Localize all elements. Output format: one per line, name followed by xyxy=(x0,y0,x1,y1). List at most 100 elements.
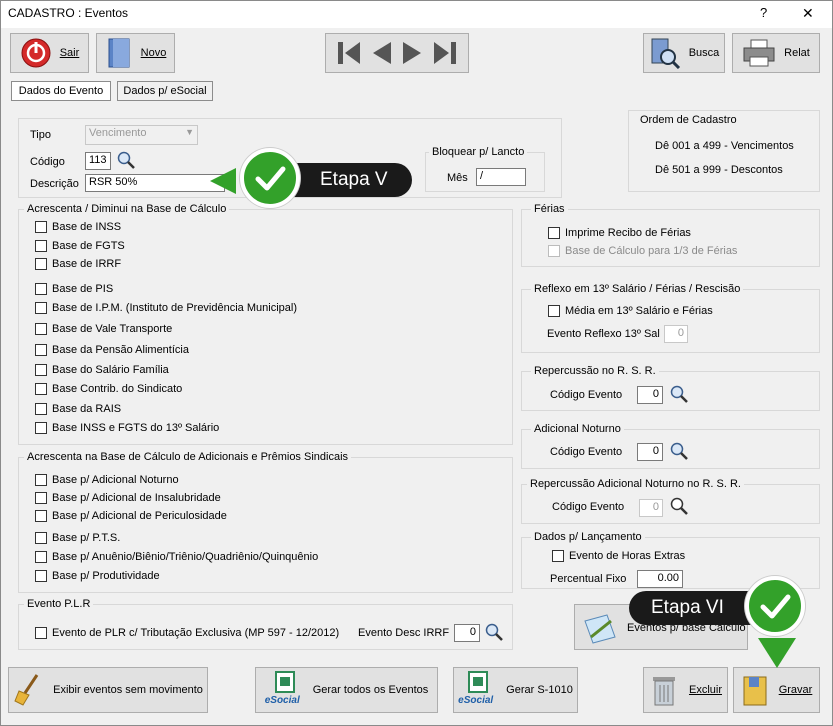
gerar-s1010-button[interactable]: eSocial Gerar S-1010 xyxy=(453,667,578,713)
tipo-label: Tipo xyxy=(30,129,51,141)
search-icon[interactable] xyxy=(116,150,136,170)
adicional-label: Base p/ Adicional de Periculosidade xyxy=(52,510,227,522)
first-record-icon[interactable] xyxy=(336,39,362,67)
search-icon[interactable] xyxy=(669,384,689,404)
tab-dados-esocial[interactable]: Dados p/ eSocial xyxy=(117,81,213,101)
base-calculo-checkbox[interactable] xyxy=(35,283,47,295)
check-badge xyxy=(745,576,805,636)
tipo-select[interactable]: Vencimento ▼ xyxy=(85,125,198,145)
base-calculo-checkbox[interactable] xyxy=(35,422,47,434)
power-icon xyxy=(21,38,51,68)
base-calculo-label: Base da Pensão Alimentícia xyxy=(52,344,189,356)
search-icon[interactable] xyxy=(669,441,689,461)
relat-button[interactable]: Relat xyxy=(732,33,820,73)
lancamento-title: Dados p/ Lançamento xyxy=(531,531,645,543)
base-calculo-checkbox[interactable] xyxy=(35,383,47,395)
codigo-input[interactable]: 113 xyxy=(85,152,111,170)
media-13-label: Média em 13º Salário e Férias xyxy=(565,305,713,317)
save-icon xyxy=(743,676,767,706)
descricao-input[interactable]: RSR 50% xyxy=(85,174,225,192)
arrow-down-icon xyxy=(758,638,796,668)
adicional-checkbox[interactable] xyxy=(35,492,47,504)
evento-reflexo-label: Evento Reflexo 13º Sal xyxy=(547,328,660,340)
base-calculo-label: Base de INSS xyxy=(52,221,122,233)
new-document-icon xyxy=(108,38,130,68)
rsr-codigo-input[interactable]: 0 xyxy=(637,386,663,404)
base-calculo-label: Base de IRRF xyxy=(52,258,122,270)
search-icon[interactable] xyxy=(484,622,504,642)
base-calculo-label: Base de Vale Transporte xyxy=(52,323,173,335)
adicional-checkbox[interactable] xyxy=(35,474,47,486)
evento-reflexo-input[interactable]: 0 xyxy=(664,325,688,343)
noturno-title: Adicional Noturno xyxy=(531,423,624,435)
horas-extras-label: Evento de Horas Extras xyxy=(569,550,686,562)
noturno-codigo-input[interactable]: 0 xyxy=(637,443,663,461)
esocial-icon: eSocial xyxy=(265,671,303,709)
checkmark-icon xyxy=(760,594,791,619)
noturno-codigo-label: Código Evento xyxy=(550,446,623,458)
base-calculo-label: Base do Salário Família xyxy=(52,364,169,376)
tab-dados-evento[interactable]: Dados do Evento xyxy=(11,81,111,101)
search-icon[interactable] xyxy=(669,496,689,516)
rep-noturno-codigo-input[interactable]: 0 xyxy=(639,499,663,517)
horas-extras-checkbox[interactable] xyxy=(552,550,564,562)
base-calculo-label: Base de FGTS xyxy=(52,240,125,252)
imprime-recibo-checkbox[interactable] xyxy=(548,227,560,239)
evento-desc-irrf-label: Evento Desc IRRF xyxy=(358,627,450,639)
adicional-checkbox[interactable] xyxy=(35,510,47,522)
base-calculo-checkbox[interactable] xyxy=(35,403,47,415)
broom-icon xyxy=(14,674,39,706)
excluir-button[interactable]: Excluir xyxy=(643,667,728,713)
last-record-icon[interactable] xyxy=(432,39,458,67)
rsr-codigo-label: Código Evento xyxy=(550,389,623,401)
base-calculo-label: Base de PIS xyxy=(52,283,114,295)
search-binoculars-icon xyxy=(651,38,680,69)
bloquear-title: Bloquear p/ Lancto xyxy=(429,146,528,158)
percentual-input[interactable]: 0.00 xyxy=(637,570,683,588)
novo-button[interactable]: Novo xyxy=(96,33,175,73)
base-calculo-label: Base Contrib. do Sindicato xyxy=(52,383,183,395)
acrescenta-title: Acrescenta / Diminui na Base de Cálculo xyxy=(24,203,230,215)
ferias-title: Férias xyxy=(531,203,568,215)
ordem-line1: Dê 001 a 499 - Vencimentos xyxy=(655,140,794,152)
trash-icon xyxy=(652,677,675,706)
previous-record-icon[interactable] xyxy=(369,39,393,67)
base-calculo-checkbox[interactable] xyxy=(35,221,47,233)
gerar-todos-button[interactable]: eSocial Gerar todos os Eventos xyxy=(255,667,438,713)
rep-noturno-codigo-label: Código Evento xyxy=(552,501,625,513)
help-button[interactable]: ? xyxy=(760,5,767,20)
adicional-label: Base p/ P.T.S. xyxy=(52,532,121,544)
ordem-title: Ordem de Cadastro xyxy=(640,114,737,126)
base-calculo-checkbox[interactable] xyxy=(35,302,47,314)
sair-button[interactable]: Sair xyxy=(10,33,89,73)
reflexo-title: Reflexo em 13º Salário / Férias / Rescis… xyxy=(531,283,744,295)
adicional-checkbox[interactable] xyxy=(35,570,47,582)
adicional-label: Base p/ Produtividade xyxy=(52,570,160,582)
next-record-icon[interactable] xyxy=(401,39,425,67)
close-button[interactable]: ✕ xyxy=(802,5,814,22)
window-title: CADASTRO : Eventos xyxy=(8,6,129,20)
base-calculo-checkbox[interactable] xyxy=(35,344,47,356)
evento-desc-irrf-input[interactable]: 0 xyxy=(454,624,480,642)
exibir-eventos-button[interactable]: Exibir eventos sem movimento xyxy=(8,667,208,713)
busca-button[interactable]: Busca xyxy=(643,33,725,73)
percentual-label: Percentual Fixo xyxy=(550,573,627,585)
mes-input[interactable]: / xyxy=(476,168,526,186)
base-calculo-label: Base INSS e FGTS do 13º Salário xyxy=(52,422,220,434)
base-calculo-checkbox[interactable] xyxy=(35,258,47,270)
plr-label: Evento de PLR c/ Tributação Exclusiva (M… xyxy=(52,627,340,639)
media-13-checkbox[interactable] xyxy=(548,305,560,317)
base-calculo-checkbox[interactable] xyxy=(35,240,47,252)
navigation-group xyxy=(325,33,469,73)
plr-checkbox[interactable] xyxy=(35,627,47,639)
gravar-button[interactable]: Gravar xyxy=(733,667,820,713)
base-ferias-checkbox[interactable] xyxy=(548,245,560,257)
base-ferias-label: Base de Cálculo para 1/3 de Férias xyxy=(565,245,738,257)
base-calculo-checkbox[interactable] xyxy=(35,364,47,376)
mes-label: Mês xyxy=(447,172,468,184)
adicional-checkbox[interactable] xyxy=(35,551,47,563)
adicional-checkbox[interactable] xyxy=(35,532,47,544)
base-calculo-checkbox[interactable] xyxy=(35,323,47,335)
printer-icon xyxy=(743,39,775,67)
notepad-edit-icon xyxy=(584,614,616,644)
